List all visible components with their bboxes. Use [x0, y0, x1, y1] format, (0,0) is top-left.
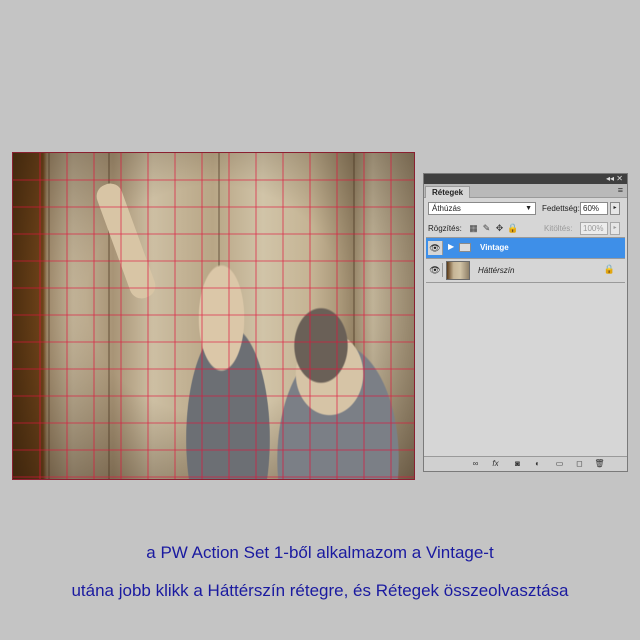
lock-transparency-icon[interactable]: ▦: [468, 223, 479, 234]
new-group-icon[interactable]: ▭: [554, 458, 565, 469]
lock-all-icon[interactable]: 🔒: [507, 223, 518, 234]
panel-collapse-close-controls[interactable]: ◂◂ ✕: [606, 174, 623, 184]
layer-style-fx-icon[interactable]: fx: [490, 458, 501, 469]
panel-title-strip: ◂◂ ✕: [424, 174, 627, 184]
adjustment-layer-icon[interactable]: ◐: [532, 458, 543, 469]
fill-slider-button[interactable]: ▸: [610, 222, 620, 235]
lock-pixels-icon[interactable]: ✎: [481, 223, 492, 234]
opacity-label: Fedettség:: [542, 204, 580, 213]
caption-line-1: a PW Action Set 1-ből alkalmazom a Vinta…: [146, 543, 494, 562]
visibility-eye-icon[interactable]: 👁: [428, 263, 443, 277]
lock-position-icon[interactable]: ✥: [494, 223, 505, 234]
layer-thumbnail: [446, 261, 470, 280]
lock-label: Rögzítés:: [428, 224, 462, 233]
dropdown-arrow-icon: ▼: [525, 205, 532, 212]
layer-row-background[interactable]: 👁 Háttérszín 🔒: [426, 259, 625, 283]
link-layers-icon[interactable]: ∞: [470, 458, 481, 469]
blend-mode-select[interactable]: Áthúzás ▼: [428, 202, 536, 215]
layer-row-vintage[interactable]: 👁 ▶ Vintage: [426, 238, 625, 259]
lock-fill-row: Rögzítés: ▦ ✎ ✥ 🔒 Kitöltés: 100% ▸: [428, 222, 623, 236]
visibility-eye-icon[interactable]: 👁: [428, 241, 443, 255]
delete-layer-icon[interactable]: 🗑: [594, 458, 605, 469]
tab-layers[interactable]: Rétegek: [425, 186, 471, 198]
layer-name: Vintage: [480, 243, 509, 252]
panel-bottom-toolbar: ∞ fx ◙ ◐ ▭ ◻ 🗑: [424, 456, 627, 471]
fill-label: Kitöltés:: [544, 224, 573, 233]
layer-lock-icon: 🔒: [603, 264, 615, 274]
add-mask-icon[interactable]: ◙: [512, 458, 523, 469]
guide-grid: [13, 153, 414, 479]
group-folder-icon: [459, 243, 471, 252]
layers-panel: ◂◂ ✕ Rétegek ≡ Áthúzás ▼ Fedettség: 60% …: [423, 173, 628, 472]
opacity-input[interactable]: 60%: [580, 202, 608, 215]
canvas-photo[interactable]: [12, 152, 415, 480]
expand-triangle-icon[interactable]: ▶: [448, 242, 454, 251]
layer-name: Háttérszín: [478, 266, 515, 275]
layers-list: 👁 ▶ Vintage 👁 Háttérszín 🔒: [426, 237, 625, 453]
new-layer-icon[interactable]: ◻: [574, 458, 585, 469]
fill-input[interactable]: 100%: [580, 222, 608, 235]
opacity-slider-button[interactable]: ▸: [610, 202, 620, 215]
panel-menu-icon[interactable]: ≡: [618, 185, 623, 195]
blend-mode-value: Áthúzás: [432, 204, 461, 213]
blend-opacity-row: Áthúzás ▼ Fedettség: 60% ▸: [428, 202, 623, 216]
panel-tab-row: Rétegek ≡: [424, 184, 627, 198]
caption-line-2: utána jobb klikk a Háttérszín rétegre, é…: [71, 581, 569, 600]
